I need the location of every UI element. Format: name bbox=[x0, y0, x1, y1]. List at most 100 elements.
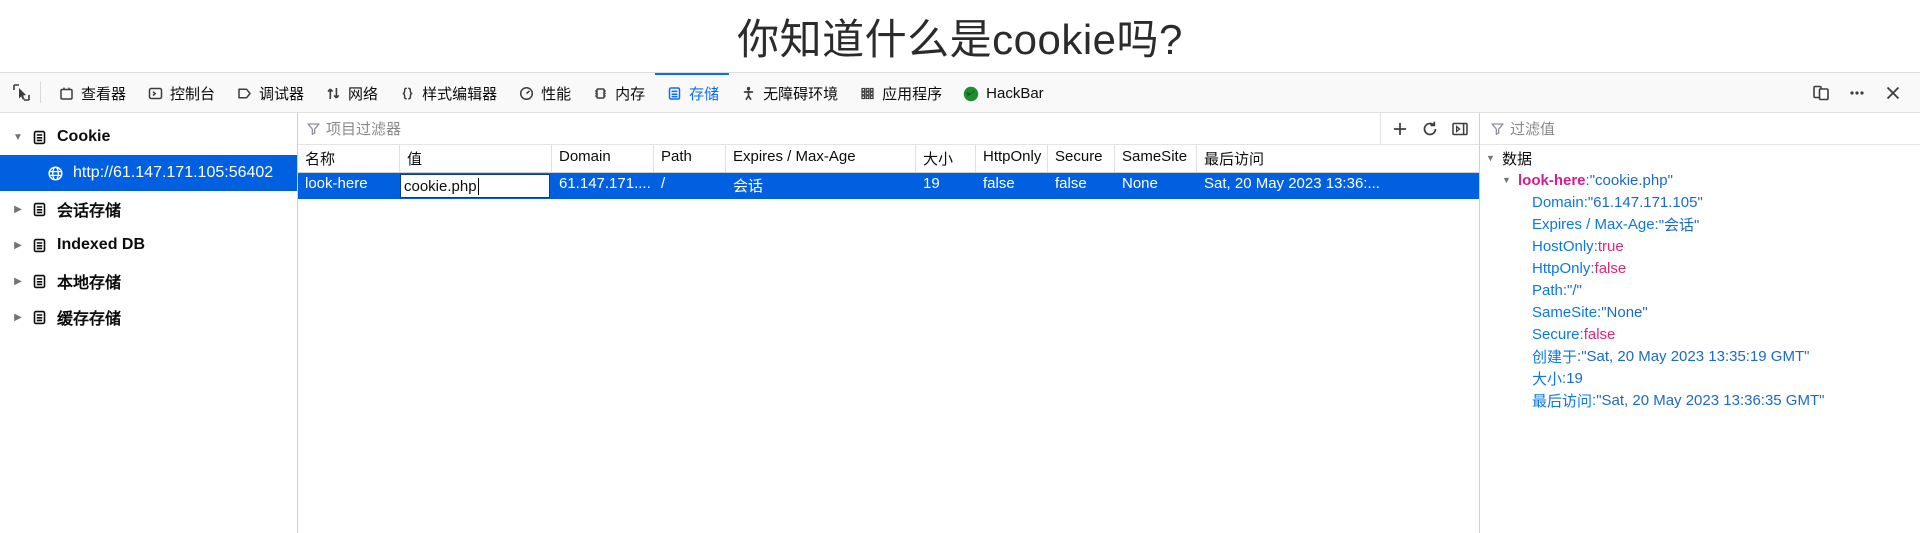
tab-performance[interactable]: 性能 bbox=[507, 73, 581, 112]
details-prop-value: "Sat, 20 May 2023 13:35:19 GMT" bbox=[1581, 347, 1810, 365]
items-filter-bar: 项目过滤器 bbox=[298, 113, 1479, 145]
sidebar-item-cookie-origin[interactable]: http://61.147.171.105:56402 bbox=[0, 155, 297, 191]
details-filter-bar: 过滤值 bbox=[1480, 113, 1920, 145]
add-item-button[interactable] bbox=[1385, 115, 1415, 143]
responsive-design-mode-button[interactable] bbox=[1806, 79, 1836, 107]
sidebar-item-label: http://61.147.171.105:56402 bbox=[73, 164, 274, 181]
details-prop-row[interactable]: SameSite: "None" bbox=[1480, 301, 1920, 323]
details-prop-value: true bbox=[1597, 237, 1624, 255]
cell-samesite[interactable]: None bbox=[1115, 173, 1197, 199]
panel-toggle-icon[interactable] bbox=[1445, 115, 1475, 143]
details-filter-input[interactable]: 过滤值 bbox=[1510, 118, 1920, 139]
column-header-name[interactable]: 名称 bbox=[298, 145, 400, 172]
cookie-details-panel: 过滤值 ▼ 数据 ▼ look-here: "cookie.php" Domain… bbox=[1480, 113, 1920, 533]
chevron-right-icon[interactable]: ▶ bbox=[8, 204, 28, 215]
tab-label: 内存 bbox=[615, 86, 646, 103]
sidebar-item-label: Indexed DB bbox=[57, 236, 146, 253]
more-options-button[interactable] bbox=[1842, 79, 1872, 107]
column-header-size[interactable]: 大小 bbox=[916, 145, 976, 172]
sidebar-item-session-storage[interactable]: ▶ 会话存储 bbox=[0, 191, 297, 227]
details-prop-key: HostOnly bbox=[1532, 237, 1594, 255]
cell-expires[interactable]: 会话 bbox=[726, 173, 916, 199]
cell-httponly[interactable]: false bbox=[976, 173, 1048, 199]
details-prop-row[interactable]: 最后访问: "Sat, 20 May 2023 13:36:35 GMT" bbox=[1480, 389, 1920, 411]
column-header-samesite[interactable]: SameSite bbox=[1115, 145, 1197, 172]
items-toolbar-actions bbox=[1380, 113, 1479, 144]
details-prop-row[interactable]: HostOnly: true bbox=[1480, 235, 1920, 257]
details-prop-key: 大小 bbox=[1532, 370, 1563, 388]
details-prop-row[interactable]: Expires / Max-Age: "会话" bbox=[1480, 213, 1920, 235]
filter-icon bbox=[1490, 121, 1505, 136]
cell-path[interactable]: / bbox=[654, 173, 726, 199]
column-header-secure[interactable]: Secure bbox=[1048, 145, 1115, 172]
web-page-content: 你知道什么是cookie吗? bbox=[0, 0, 1920, 72]
details-prop-row[interactable]: Path: "/" bbox=[1480, 279, 1920, 301]
tab-label: 存储 bbox=[689, 86, 720, 103]
tab-console[interactable]: 控制台 bbox=[136, 73, 225, 112]
details-prop-key: HttpOnly bbox=[1532, 259, 1591, 277]
details-prop-row[interactable]: 大小:19 bbox=[1480, 367, 1920, 389]
devtools-toolbar-actions bbox=[1806, 73, 1914, 112]
column-header-path[interactable]: Path bbox=[654, 145, 726, 172]
application-icon bbox=[858, 85, 876, 103]
details-prop-row[interactable]: Domain: "61.147.171.105" bbox=[1480, 191, 1920, 213]
storage-type-icon bbox=[28, 129, 50, 146]
sidebar-item-label: Cookie bbox=[57, 128, 111, 145]
details-root-row[interactable]: ▼ 数据 bbox=[1480, 147, 1920, 169]
details-tree: ▼ 数据 ▼ look-here: "cookie.php" Domain: "61… bbox=[1480, 145, 1920, 533]
column-header-httponly[interactable]: HttpOnly bbox=[976, 145, 1048, 172]
storage-type-icon bbox=[28, 273, 50, 290]
column-header-expires[interactable]: Expires / Max-Age bbox=[726, 145, 916, 172]
chevron-right-icon[interactable]: ▶ bbox=[8, 312, 28, 323]
details-prop-row[interactable]: Secure: false bbox=[1480, 323, 1920, 345]
cell-domain[interactable]: 61.147.171.... bbox=[552, 173, 654, 199]
sidebar-item-indexed-db[interactable]: ▶ Indexed DB bbox=[0, 227, 297, 263]
cell-value-editor[interactable]: cookie.php bbox=[400, 173, 552, 199]
details-prop-row[interactable]: 创建于: "Sat, 20 May 2023 13:35:19 GMT" bbox=[1480, 345, 1920, 367]
column-header-last-accessed[interactable]: 最后访问 bbox=[1197, 145, 1479, 172]
value-edit-input[interactable]: cookie.php bbox=[400, 174, 550, 198]
details-prop-key: SameSite bbox=[1532, 303, 1598, 321]
sidebar-item-cookie[interactable]: ▼ Cookie bbox=[0, 119, 297, 155]
tab-inspector[interactable]: 查看器 bbox=[47, 73, 136, 112]
tab-storage[interactable]: 存储 bbox=[655, 73, 730, 112]
element-picker-icon[interactable] bbox=[4, 73, 38, 112]
tab-style-editor[interactable]: 样式编辑器 bbox=[388, 73, 507, 112]
toolbar-divider bbox=[40, 82, 41, 103]
details-prop-row[interactable]: HttpOnly: false bbox=[1480, 257, 1920, 279]
refresh-icon[interactable] bbox=[1415, 115, 1445, 143]
chevron-down-icon[interactable]: ▼ bbox=[1486, 153, 1502, 163]
tab-label: 无障碍环境 bbox=[763, 86, 839, 103]
cell-last-accessed[interactable]: Sat, 20 May 2023 13:36:... bbox=[1197, 173, 1479, 199]
tab-memory[interactable]: 内存 bbox=[581, 73, 655, 112]
tab-debugger[interactable]: 调试器 bbox=[225, 73, 314, 112]
tab-accessibility[interactable]: 无障碍环境 bbox=[729, 73, 848, 112]
details-prop-value: "Sat, 20 May 2023 13:36:35 GMT" bbox=[1596, 391, 1825, 409]
items-filter-input[interactable]: 项目过滤器 bbox=[326, 118, 1380, 139]
column-header-value[interactable]: 值 bbox=[400, 145, 552, 172]
storage-type-icon bbox=[28, 309, 50, 326]
column-header-domain[interactable]: Domain bbox=[552, 145, 654, 172]
chevron-down-icon[interactable]: ▼ bbox=[8, 132, 28, 143]
chevron-right-icon[interactable]: ▶ bbox=[8, 240, 28, 251]
tab-network[interactable]: 网络 bbox=[314, 73, 388, 112]
devtools-body: ▼ Cookie http://61.147.171.105:56402 ▶ 会… bbox=[0, 113, 1920, 533]
performance-icon bbox=[517, 85, 535, 103]
close-icon[interactable] bbox=[1878, 79, 1908, 107]
chevron-right-icon[interactable]: ▶ bbox=[8, 276, 28, 287]
details-cookie-row[interactable]: ▼ look-here: "cookie.php" bbox=[1480, 169, 1920, 191]
tab-application[interactable]: 应用程序 bbox=[848, 73, 952, 112]
tab-label: 控制台 bbox=[170, 86, 216, 103]
details-prop-value: false bbox=[1583, 325, 1616, 343]
cell-size[interactable]: 19 bbox=[916, 173, 976, 199]
tab-hackbar[interactable]: HackBar bbox=[952, 73, 1054, 112]
cell-secure[interactable]: false bbox=[1048, 173, 1115, 199]
details-prop-value: "/" bbox=[1567, 281, 1582, 299]
chevron-down-icon[interactable]: ▼ bbox=[1502, 175, 1518, 185]
details-cookie-key: look-here bbox=[1518, 171, 1586, 189]
cell-name[interactable]: look-here bbox=[298, 173, 400, 199]
sidebar-item-local-storage[interactable]: ▶ 本地存储 bbox=[0, 263, 297, 299]
table-row[interactable]: look-here cookie.php 61.147.171.... / 会话… bbox=[298, 173, 1479, 199]
sidebar-item-cache-storage[interactable]: ▶ 缓存存储 bbox=[0, 299, 297, 335]
details-cookie-value: "cookie.php" bbox=[1589, 171, 1673, 189]
